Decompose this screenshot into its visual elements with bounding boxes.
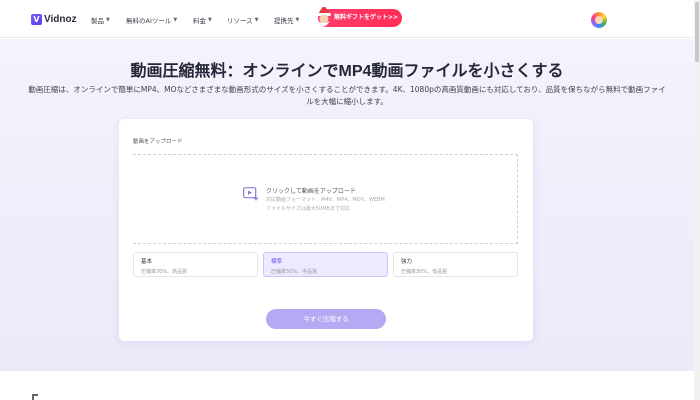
nav-resources-label: リソース [227,17,253,25]
file-size-limit-text: ファイルサイズは最大50MBまで対応 [266,206,350,212]
compress-card: 動画をアップロード クリックして動画をアップロード 対応動画フォーマット：M4V… [119,119,533,341]
nav-free-ai-tools-label: 無料のAIツール [126,17,172,25]
chevron-down-icon: ▼ [208,17,212,23]
nav-partners[interactable]: 提携先 ▼ [274,15,299,25]
section-corner-mark [32,394,38,400]
option-name: 強力 [401,259,413,265]
nav-pricing[interactable]: 料金 ▼ [193,15,212,25]
santa-icon [317,4,331,26]
option-detail: 圧縮率30%、低品質 [401,269,448,275]
chevron-down-icon: ▼ [295,17,300,23]
video-upload-icon [243,187,258,201]
page-description: 動画圧縮は、オンラインで簡単にMP4、MOなどさまざまな動画形式のサイズを小さく… [28,85,666,106]
option-name: 基本 [141,259,153,265]
upload-section-label: 動画をアップロード [133,139,183,145]
compression-option-basic[interactable]: 基本 圧縮率70%、高品質 [133,252,258,277]
top-nav: V Vidnoz 製品 ▼ 無料のAIツール ▼ 料金 ▼ リソース ▼ 提携先… [0,0,694,38]
nav-resources[interactable]: リソース ▼ [227,15,259,25]
compression-option-standard[interactable]: 標準 圧縮率50%、中品質 [263,252,388,277]
page-title: 動画圧縮無料：オンラインでMP4動画ファイルを小さくする [130,63,564,80]
compression-option-strong[interactable]: 強力 圧縮率30%、低品質 [393,252,518,277]
chevron-down-icon: ▼ [173,17,178,23]
chevron-down-icon: ▼ [254,17,259,23]
compress-now-button[interactable]: 今すぐ圧縮する [266,309,386,329]
vidnoz-logo[interactable]: V Vidnoz [31,12,77,26]
option-name: 標準 [271,259,283,265]
supported-formats-text: 対応動画フォーマット：M4V、MP4、MOV、WEBM [266,197,385,203]
option-detail: 圧縮率50%、中品質 [271,269,318,275]
option-detail: 圧縮率70%、高品質 [141,269,188,275]
logo-text: Vidnoz [44,13,77,25]
nav-products[interactable]: 製品 ▼ [91,15,110,25]
upload-click-text[interactable]: クリックして動画をアップロード [266,186,356,195]
chevron-down-icon: ▼ [106,17,110,23]
nav-pricing-label: 料金 [193,17,206,25]
nav-products-label: 製品 [91,17,104,25]
logo-icon: V [31,13,42,25]
free-gift-label: 無料ギフトをゲット>> [334,14,399,21]
nav-partners-label: 提携先 [274,17,294,25]
scrollbar-thumb[interactable] [695,2,699,62]
user-avatar[interactable] [591,12,607,28]
nav-free-ai-tools[interactable]: 無料のAIツール ▼ [126,15,177,25]
